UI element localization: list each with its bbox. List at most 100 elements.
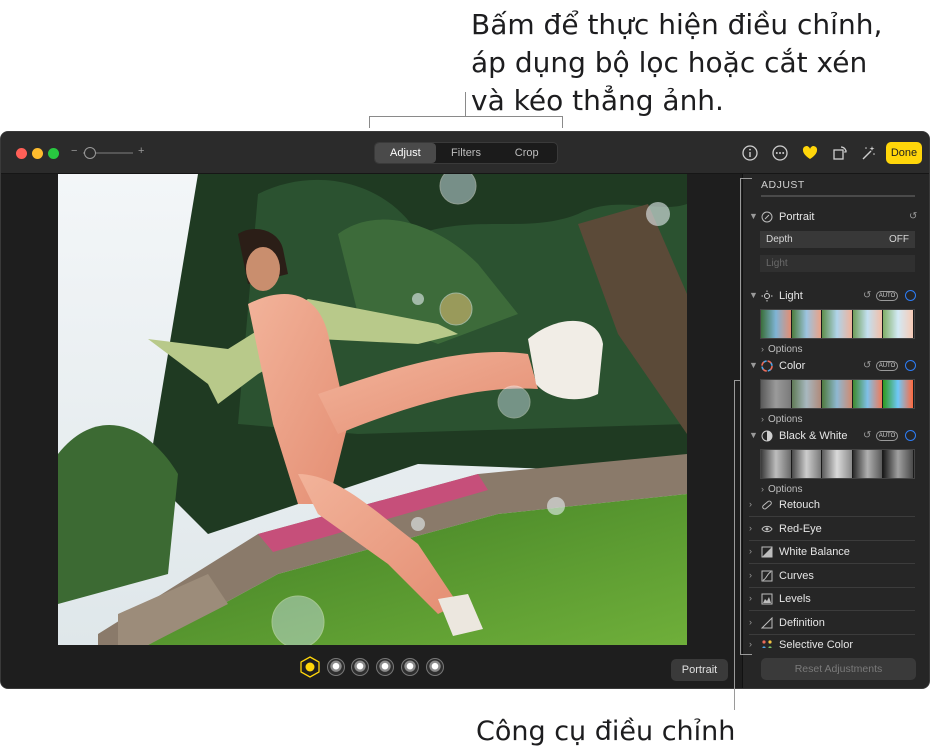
- levels-row[interactable]: › Levels: [749, 588, 915, 611]
- bw-toggle[interactable]: [905, 430, 916, 441]
- chevron-right-icon[interactable]: ›: [749, 546, 752, 556]
- definition-row[interactable]: › Definition: [749, 612, 915, 635]
- photo-canvas[interactable]: [58, 174, 687, 645]
- curves-icon: [761, 570, 773, 582]
- contour-light-icon[interactable]: [351, 658, 369, 676]
- chevron-down-icon[interactable]: ▼: [749, 430, 758, 440]
- chevron-right-icon[interactable]: ›: [749, 639, 752, 648]
- bw-auto-button[interactable]: AUTO: [876, 431, 898, 441]
- callout-top-bracket: [369, 116, 563, 117]
- tab-crop[interactable]: Crop: [496, 143, 557, 163]
- depth-label: Depth: [766, 234, 793, 245]
- depth-value: OFF: [889, 234, 909, 245]
- rotate-icon[interactable]: [831, 144, 849, 162]
- zoom-window-button[interactable]: [48, 148, 59, 159]
- tab-filters[interactable]: Filters: [436, 143, 497, 163]
- photo-stage: Portrait: [1, 174, 742, 688]
- callout-top-line-3: và kéo thẳng ảnh.: [471, 84, 724, 117]
- studio-light-icon[interactable]: [327, 658, 345, 676]
- auto-enhance-icon[interactable]: [859, 144, 877, 162]
- eye-icon: [761, 525, 773, 533]
- red-eye-row[interactable]: › Red-Eye: [749, 518, 915, 541]
- light-slider-disabled: Light: [760, 255, 915, 272]
- chevron-right-icon: ›: [761, 484, 764, 494]
- retouch-row[interactable]: › Retouch: [749, 494, 915, 517]
- color-wheel-icon: [761, 360, 773, 372]
- curves-row[interactable]: › Curves: [749, 565, 915, 588]
- callout-top-bracket-left: [369, 116, 370, 128]
- chevron-right-icon[interactable]: ›: [749, 570, 752, 580]
- zoom-in-icon[interactable]: +: [138, 145, 144, 157]
- portrait-button[interactable]: Portrait: [671, 659, 728, 681]
- zoom-out-icon[interactable]: −: [71, 145, 77, 157]
- info-icon[interactable]: [741, 144, 759, 162]
- chevron-right-icon[interactable]: ›: [749, 499, 752, 509]
- callout-top-line-1: Bấm để thực hiện điều chỉnh,: [471, 8, 883, 41]
- callout-bottom-link: [734, 380, 741, 381]
- more-icon[interactable]: [771, 144, 789, 162]
- callout-bottom: Công cụ điều chỉnh: [476, 716, 736, 747]
- stage-light-icon[interactable]: [376, 658, 394, 676]
- definition-label: Definition: [779, 617, 825, 629]
- done-button[interactable]: Done: [886, 142, 922, 164]
- bw-section-header[interactable]: ▼ Black & White ↺ AUTO: [749, 429, 919, 445]
- favorite-heart-icon[interactable]: [801, 144, 819, 162]
- callout-top-stem: [465, 92, 466, 116]
- light-auto-button[interactable]: AUTO: [876, 291, 898, 301]
- chevron-right-icon[interactable]: ›: [749, 617, 752, 627]
- white-balance-label: White Balance: [779, 546, 850, 558]
- portrait-icon: [761, 211, 773, 223]
- stage-light-mono-icon[interactable]: [401, 658, 419, 676]
- minimize-button[interactable]: [32, 148, 43, 159]
- light-filmstrip[interactable]: [760, 309, 915, 339]
- color-toggle[interactable]: [905, 360, 916, 371]
- retouch-label: Retouch: [779, 499, 820, 511]
- revert-icon[interactable]: ↺: [863, 360, 871, 371]
- selective-color-row[interactable]: › Selective Color: [749, 634, 915, 648]
- callout-side-bracket: [740, 178, 741, 655]
- color-options[interactable]: › Options: [761, 414, 802, 425]
- callout-side-bracket-bottom: [740, 654, 752, 655]
- bw-filmstrip[interactable]: [760, 449, 915, 479]
- natural-light-icon[interactable]: [299, 656, 321, 678]
- adjust-sidebar: ADJUST ▼ Portrait ↺ Depth OFF Light ▼ Li…: [742, 174, 929, 688]
- toolbar: − + Adjust Filters Crop Done: [1, 132, 929, 174]
- title-divider: [761, 195, 915, 197]
- edit-mode-segmented-control: Adjust Filters Crop: [374, 142, 558, 164]
- tab-adjust[interactable]: Adjust: [375, 143, 436, 163]
- light-options[interactable]: › Options: [761, 344, 802, 355]
- adjust-title: ADJUST: [761, 179, 805, 191]
- color-label: Color: [779, 360, 806, 372]
- revert-icon[interactable]: ↺: [909, 211, 917, 222]
- zoom-slider-knob[interactable]: [84, 147, 96, 159]
- levels-icon: [761, 593, 773, 605]
- sun-icon: [761, 290, 773, 302]
- revert-icon[interactable]: ↺: [863, 430, 871, 441]
- chevron-right-icon: ›: [761, 344, 764, 354]
- chevron-down-icon[interactable]: ▼: [749, 290, 758, 300]
- bandage-icon: [762, 500, 772, 510]
- black-white-icon: [761, 430, 773, 442]
- chevron-right-icon[interactable]: ›: [749, 593, 752, 603]
- portrait-light-label: Light: [766, 258, 788, 269]
- chevron-right-icon: ›: [761, 414, 764, 424]
- chevron-down-icon[interactable]: ▼: [749, 211, 758, 221]
- color-auto-button[interactable]: AUTO: [876, 361, 898, 371]
- white-balance-icon: [761, 546, 773, 558]
- selective-color-label: Selective Color: [779, 639, 853, 648]
- reset-adjustments-button[interactable]: Reset Adjustments: [761, 658, 916, 680]
- chevron-down-icon[interactable]: ▼: [749, 360, 758, 370]
- close-button[interactable]: [16, 148, 27, 159]
- chevron-right-icon[interactable]: ›: [749, 523, 752, 533]
- definition-icon: [761, 617, 773, 629]
- callout-bottom-stem: [734, 380, 735, 710]
- light-section-header[interactable]: ▼ Light ↺ AUTO: [749, 289, 919, 305]
- portrait-section-header[interactable]: ▼ Portrait ↺: [749, 210, 919, 226]
- depth-slider[interactable]: Depth OFF: [760, 231, 915, 248]
- color-filmstrip[interactable]: [760, 379, 915, 409]
- high-key-light-icon[interactable]: [426, 658, 444, 676]
- color-section-header[interactable]: ▼ Color ↺ AUTO: [749, 359, 919, 375]
- revert-icon[interactable]: ↺: [863, 290, 871, 301]
- light-toggle[interactable]: [905, 290, 916, 301]
- white-balance-row[interactable]: › White Balance: [749, 541, 915, 564]
